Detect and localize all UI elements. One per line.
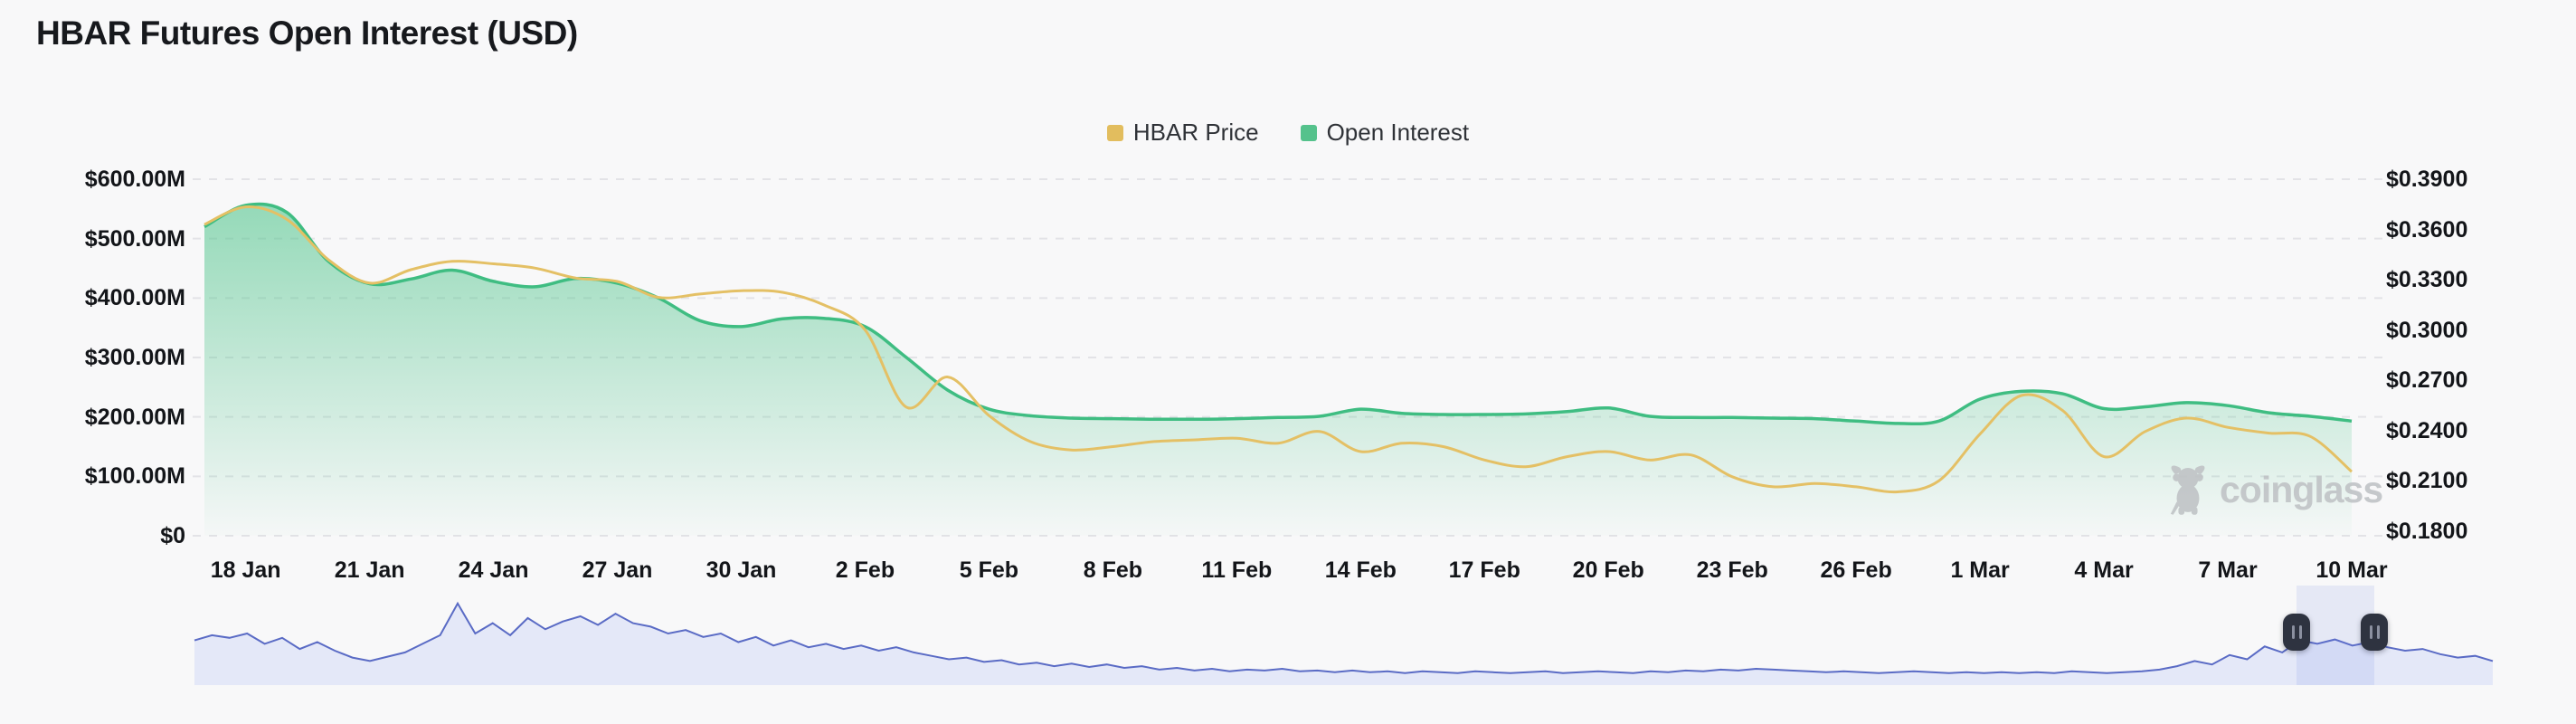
right-axis-tick: $0.2100	[2386, 468, 2468, 494]
x-axis-tick: 10 Mar	[2316, 557, 2388, 583]
right-axis-tick: $0.2400	[2386, 417, 2468, 443]
pause-bars-icon	[2369, 625, 2372, 639]
right-axis-tick: $0.3900	[2386, 167, 2468, 192]
left-axis-tick: $0	[160, 523, 185, 548]
left-axis-tick: $400.00M	[84, 285, 185, 311]
nav-handle-left[interactable]	[2283, 614, 2310, 651]
left-axis-tick: $500.00M	[84, 225, 185, 252]
left-axis-tick: $200.00M	[84, 404, 185, 430]
nav-area[interactable]	[194, 603, 2493, 685]
pause-bars-icon	[2376, 625, 2380, 639]
left-axis-tick: $600.00M	[84, 167, 185, 192]
pause-bars-icon	[2291, 625, 2295, 639]
right-axis-tick: $0.3300	[2386, 267, 2468, 293]
right-axis-tick: $0.3600	[2386, 216, 2468, 243]
open-interest-area[interactable]	[204, 204, 2352, 536]
right-axis-tick: $0.1800	[2386, 519, 2468, 544]
left-axis-tick: $300.00M	[84, 345, 185, 370]
main-chart[interactable]	[0, 0, 2576, 724]
left-axis-tick: $100.00M	[84, 463, 185, 490]
nav-handle-right[interactable]	[2361, 614, 2388, 651]
right-axis-tick: $0.3000	[2386, 317, 2468, 343]
pause-bars-icon	[2298, 625, 2302, 639]
right-axis-tick: $0.2700	[2386, 367, 2468, 394]
